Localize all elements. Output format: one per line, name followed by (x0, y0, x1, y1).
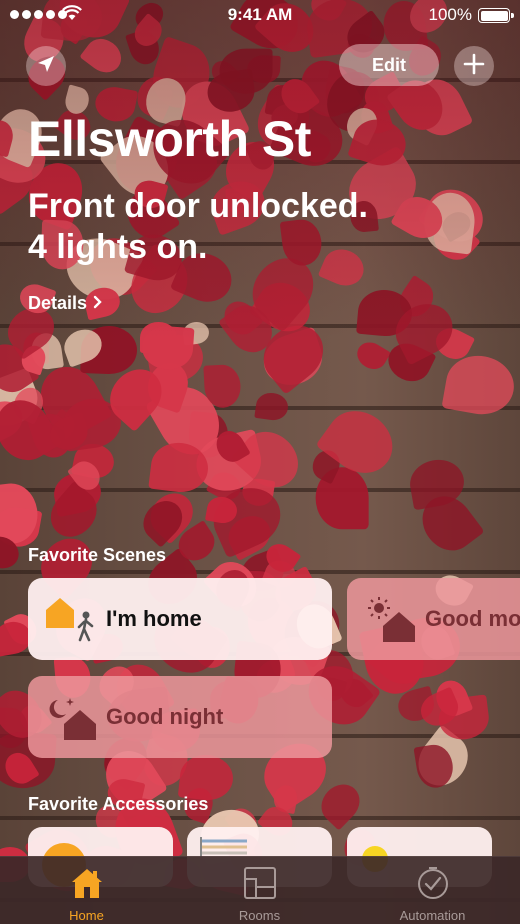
tab-label: Rooms (238, 908, 281, 923)
scene-label: I'm home (106, 606, 202, 631)
status-bar: 9:41 AM 100% (0, 0, 520, 30)
ivy-leaf (441, 350, 519, 420)
scene-tile-im-home[interactable]: I'm home (28, 578, 332, 660)
plus-icon (463, 53, 485, 80)
tab-home[interactable]: Home (0, 857, 173, 924)
good-morning-icon (361, 594, 421, 644)
tab-label: Automation (399, 908, 466, 923)
header-scrim (0, 0, 520, 340)
ivy-leaf (254, 390, 290, 422)
good-night-icon (42, 692, 102, 742)
home-status-summary: Front door unlocked. 4 lights on. (28, 186, 368, 268)
arrive-home-icon (42, 594, 102, 644)
chevron-right-icon (93, 293, 102, 314)
scene-label: Good night (106, 704, 224, 729)
scene-tile-good-morning[interactable]: Good mo (347, 578, 520, 660)
edit-button[interactable]: Edit (339, 44, 439, 86)
summary-line: 4 lights on. (28, 228, 208, 266)
tab-bar: Home Rooms Automation (0, 856, 520, 924)
battery-icon (478, 8, 514, 23)
favorite-accessories-title: Favorite Accessories (28, 794, 209, 814)
home-title: Ellsworth St (28, 111, 311, 167)
scene-tile-good-night[interactable]: Good night (28, 676, 332, 758)
tab-rooms[interactable]: Rooms (173, 857, 346, 924)
home-icon (69, 865, 105, 906)
automation-icon (415, 865, 451, 906)
location-arrow-icon (36, 54, 56, 79)
summary-line: Front door unlocked. (28, 187, 368, 225)
details-link[interactable]: Details (28, 293, 102, 314)
location-button[interactable] (26, 46, 66, 86)
details-label: Details (28, 293, 88, 313)
battery-percent: 100% (428, 5, 472, 24)
tab-label: Home (69, 908, 104, 923)
scene-label: Good mo (425, 606, 520, 631)
rooms-icon (242, 865, 278, 906)
tab-automation[interactable]: Automation (346, 857, 519, 924)
add-button[interactable] (454, 46, 494, 86)
ivy-leaf (352, 336, 392, 374)
home-app-screen: 9:41 AM 100% Edit Ellsworth St Front doo… (0, 0, 520, 924)
favorite-scenes-title: Favorite Scenes (28, 545, 167, 565)
